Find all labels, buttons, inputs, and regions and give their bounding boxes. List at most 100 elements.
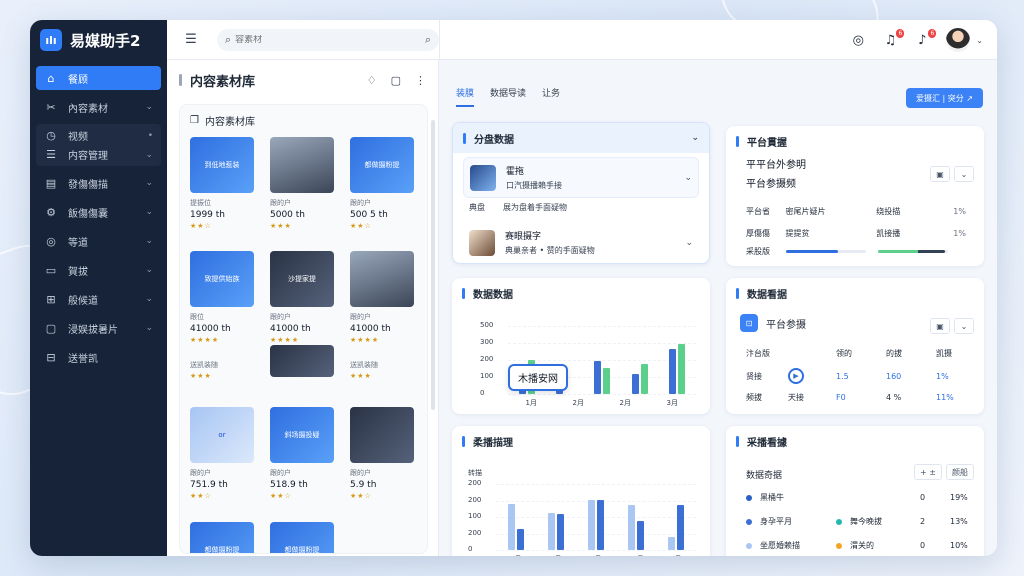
avatar[interactable] xyxy=(946,28,971,52)
thumbnail: 都做摄粉提 xyxy=(190,522,254,553)
item-sub: 送凯装随 xyxy=(350,361,378,369)
chevron-down-icon: ⌄ xyxy=(145,178,153,188)
card-header: 采播看據 xyxy=(726,426,984,456)
chevron-down-icon[interactable]: ⌄ xyxy=(954,318,974,334)
notification-badge: 6 xyxy=(928,28,937,38)
card-title: 数据看据 xyxy=(747,289,787,301)
item-sub: 跟的户 xyxy=(350,199,371,207)
chart-bar xyxy=(588,499,595,550)
material-item[interactable]: or 跟的户 751.9 th ★★☆ xyxy=(190,407,254,500)
item-stars: ★★★★ xyxy=(270,336,300,344)
legend-dot xyxy=(746,518,752,525)
notification-icon[interactable]: ♪ 6 xyxy=(914,28,937,48)
trend-chart-card: 柔播描理 转描 20020010020001月2月3月1/月5月 xyxy=(452,426,710,556)
sidebar-item-7[interactable]: ⊟ 送誉凯 xyxy=(36,345,161,369)
list-item[interactable]: 赛眼摄字 典巢亲者 • 赞的手面疑物 ⌄ xyxy=(463,223,699,262)
card-header: 柔播描理 xyxy=(452,426,710,456)
legend-percent: 10% xyxy=(950,541,968,550)
material-item[interactable]: 跟的户 5.9 th ★★☆ xyxy=(350,407,414,500)
chevron-down-icon[interactable]: ⌄ xyxy=(976,36,983,45)
chart-bar xyxy=(597,499,604,550)
data-chart-card: 数据数据 500 300 200 100 0 1月 2月 2月 3月 木播安网 xyxy=(452,278,710,414)
sidebar-item-6[interactable]: ▢ 浸娱拔暑片 ⌄ xyxy=(36,316,161,340)
y-tick-label: 300 xyxy=(480,338,494,346)
sidebar-item-video[interactable]: ◷ 视频 • xyxy=(36,126,161,145)
item-desc: 口汽摄播賴手接 xyxy=(506,181,562,190)
tab-overview[interactable]: 装膜 xyxy=(456,86,475,107)
chart-bar xyxy=(594,361,601,394)
card-controls: ▣ ⌄ xyxy=(930,318,974,334)
item-val: 1999 th xyxy=(190,210,225,220)
search-input[interactable] xyxy=(235,34,425,45)
chat-icon[interactable]: ▣ xyxy=(930,318,950,334)
search-icon[interactable]: ⌕ xyxy=(425,33,431,47)
tab-tasks[interactable]: 让务 xyxy=(542,86,560,107)
sidebar-item-3[interactable]: ◎ 等道 ⌄ xyxy=(36,229,161,253)
sidebar-item-home[interactable]: ⌂ 餐顾 xyxy=(36,66,161,90)
material-item[interactable]: 跟的户 41000 th ★★★★ xyxy=(350,251,414,344)
row-value: 1.5 xyxy=(836,371,849,381)
x-tick-label: 3月 xyxy=(666,399,678,407)
item-stars: ★★★ xyxy=(350,372,372,380)
material-item[interactable]: 都做摄粉提 xyxy=(270,522,334,553)
row-value: 提提贫 xyxy=(785,229,810,238)
chart-bar xyxy=(678,343,686,394)
chevron-down-icon[interactable]: ⌄ xyxy=(954,166,974,182)
row-value: 密尾片疑片 xyxy=(785,207,826,216)
row-key: 采股版 xyxy=(746,247,770,256)
chevron-down-icon[interactable]: ⌄ xyxy=(684,173,692,183)
tab-bar: 装膜 数据导读 让务 xyxy=(456,86,560,107)
color-button[interactable]: 颜船 xyxy=(946,464,974,480)
play-icon[interactable]: ▶ xyxy=(788,368,836,384)
row-value: 160 xyxy=(886,371,902,381)
sidebar-item-1[interactable]: ▤ 發傷傷描 ⌄ xyxy=(36,171,161,195)
y-tick-label: 200 xyxy=(468,495,482,504)
settings-icon[interactable]: ◎ xyxy=(850,33,866,48)
platform-row: 采股版 xyxy=(746,246,966,257)
x-tick-label: 5月 xyxy=(670,554,681,556)
chat-icon[interactable]: ▣ xyxy=(930,166,950,182)
sidebar-item-2[interactable]: ⚙ 飯傷傷囊 ⌄ xyxy=(36,200,161,224)
material-item[interactable]: 致提供始族 跟位 41000 th ★★★★ xyxy=(190,251,254,344)
sidebar-item-label: 賀拔 xyxy=(68,266,88,278)
tab-data[interactable]: 数据导读 xyxy=(490,86,526,107)
more-icon[interactable]: ⋮ xyxy=(415,74,426,87)
thumbnail: 都做摄粉提 xyxy=(270,522,334,553)
add-button[interactable]: + ± xyxy=(914,464,942,480)
list-item[interactable]: 霍拖 口汽摄播賴手接 ⌄ xyxy=(463,157,699,198)
card-title: 柔播描理 xyxy=(473,437,513,449)
scrollbar[interactable] xyxy=(431,120,435,410)
material-item[interactable]: 跟的户 5000 th ★★★ xyxy=(270,137,334,230)
material-item[interactable] xyxy=(270,345,334,377)
feed-meta: 典盘 展为盘着手面疑物 xyxy=(469,202,693,213)
material-item[interactable]: 都做摄粉提 跟的户 500 5 th ★★☆ xyxy=(350,137,414,230)
title-marker xyxy=(179,74,182,86)
chevron-down-icon[interactable]: ⌄ xyxy=(685,238,693,248)
chevron-down-icon[interactable]: ⌄ xyxy=(691,133,699,143)
y-tick-label: 200 xyxy=(468,528,482,537)
app-logo[interactable]: ılı 易媒助手2 xyxy=(30,20,167,60)
menu-icon[interactable]: ☰ xyxy=(179,32,203,47)
bell-icon[interactable]: ♢ xyxy=(367,74,377,87)
sidebar-item-content-manage[interactable]: ☰ 内容管理 ⌄ xyxy=(36,145,161,164)
bell-icon[interactable]: ♫ 6 xyxy=(882,28,905,48)
export-button[interactable]: 爱摄汇 | 突分 ↗ xyxy=(905,88,983,108)
chevron-down-icon: ⌄ xyxy=(145,265,153,275)
item-stars: ★★★★ xyxy=(190,336,220,344)
chevron-down-icon: ⌄ xyxy=(145,102,153,112)
gridline xyxy=(496,550,696,551)
material-item[interactable]: 沙提家提 跟的户 41000 th ★★★★ xyxy=(270,251,334,344)
sidebar-item-4[interactable]: ▭ 賀拔 ⌄ xyxy=(36,258,161,282)
material-item[interactable]: 都做摄粉提 xyxy=(190,522,254,553)
material-item[interactable]: 斜场摄投疑 跟的户 518.9 th ★★☆ xyxy=(270,407,334,500)
avatar xyxy=(469,229,495,256)
material-item[interactable]: 到低地惹装 提振位 1999 th ★★☆ xyxy=(190,137,254,230)
sidebar-item-content[interactable]: ✂ 內容素材 ⌄ xyxy=(36,95,161,119)
sidebar-item-5[interactable]: ⊞ 般候道 ⌄ xyxy=(36,287,161,311)
legend-count: 0 xyxy=(920,493,926,502)
search-box: ⌕ ⌕ xyxy=(217,28,439,51)
chat-icon[interactable]: ▢ xyxy=(391,74,401,87)
title-marker xyxy=(736,287,739,299)
title-marker xyxy=(736,435,739,447)
item-stars: ★★★ xyxy=(190,372,212,380)
